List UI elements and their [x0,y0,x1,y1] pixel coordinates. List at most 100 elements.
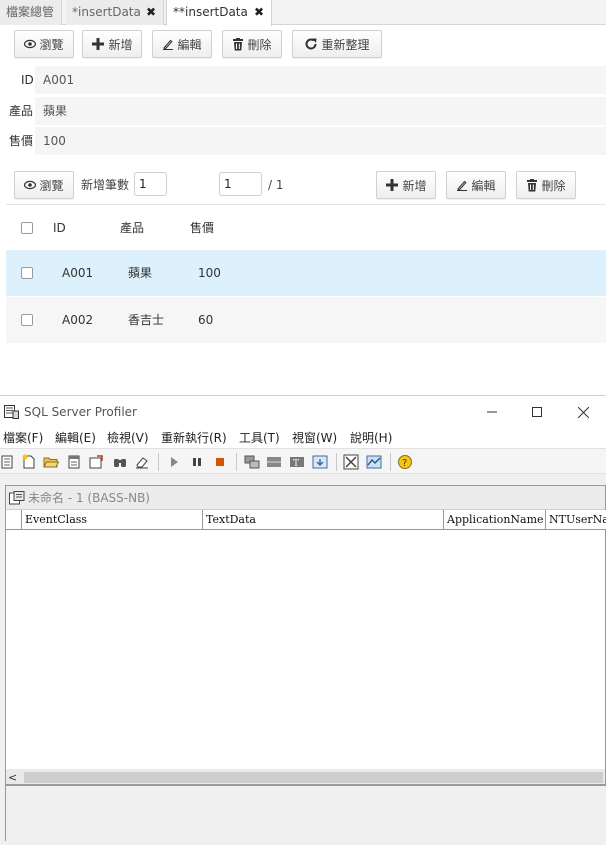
events-selection-icon[interactable] [244,454,260,470]
trash-icon [526,178,538,192]
price-field[interactable]: 100 [35,127,606,155]
menu-bar: 檔案(F) 編輯(E) 檢視(V) 重新執行(R) 工具(T) 視窗(W) 說明… [0,428,606,448]
row-header-corner [6,510,22,530]
grid-header: ID 產品 售價 [6,204,606,250]
menu-window[interactable]: 視窗(W) [292,428,337,448]
stop-icon[interactable] [212,454,228,470]
delete-button[interactable]: 刪除 [222,30,282,58]
tab-file-manager[interactable]: 檔案總管 [0,0,62,25]
close-icon[interactable]: ✖ [146,0,156,25]
maximize-button[interactable] [515,396,559,428]
grid-delete-label: 刪除 [541,178,566,193]
column-header-eventclass[interactable]: EventClass [22,510,203,530]
column-header-textdata[interactable]: TextData [203,510,444,530]
page-number-input[interactable]: 1 [219,172,262,196]
template-icon[interactable] [88,454,104,470]
minimize-button[interactable] [470,396,514,428]
svg-text:T: T [293,459,299,469]
column-header-price[interactable]: 售價 [190,205,214,251]
product-label: 產品 [9,104,34,118]
performance-monitor-icon[interactable] [366,454,382,470]
column-header-id[interactable]: ID [53,205,66,251]
pencil-icon [456,179,468,191]
page-total: / 1 [268,178,284,192]
help-icon[interactable]: ? [397,454,413,470]
plus-icon [91,37,105,51]
add-count-label: 新增筆數 [81,178,130,192]
eraser-icon[interactable] [134,454,150,470]
grid-view-icon[interactable] [266,454,282,470]
form-row-price: 售價 100 [0,127,606,155]
product-field[interactable]: 蘋果 [35,97,606,125]
window-title: SQL Server Profiler [24,405,137,419]
grid-add-button[interactable]: 新增 [376,171,436,199]
grid-browse-button[interactable]: 瀏覽 [14,171,74,199]
delete-label: 刪除 [247,37,272,52]
new-trace-icon[interactable] [21,454,37,470]
open-table-icon[interactable] [66,454,82,470]
tuning-advisor-icon[interactable] [343,454,359,470]
eye-icon [24,180,37,190]
open-folder-icon[interactable] [43,454,60,470]
tab-label: **insertData [173,5,248,19]
table-row[interactable]: A002 香吉士 60 [6,297,606,343]
browse-button[interactable]: 瀏覽 [14,30,74,58]
browse-label: 瀏覽 [39,37,64,52]
id-field[interactable]: A001 [35,66,606,94]
cell-price: 60 [198,313,214,327]
grid-browse-label: 瀏覽 [39,178,64,193]
auto-scroll-icon[interactable] [312,454,328,470]
add-button[interactable]: 新增 [82,30,142,58]
close-icon [577,406,589,418]
cell-product: 香吉士 [128,313,165,327]
refresh-icon [304,37,318,51]
grid-delete-button[interactable]: 刪除 [516,171,576,199]
select-all-checkbox[interactable] [21,222,33,234]
trace-icon [9,491,25,508]
tab-insertdata-2[interactable]: **insertData ✖ [166,0,272,26]
pause-icon[interactable] [189,454,205,470]
pencil-icon [162,38,174,50]
trash-icon [232,37,244,51]
edit-button[interactable]: 編輯 [152,30,212,58]
menu-file[interactable]: 檔案(F) [3,428,43,448]
tab-label: 檔案總管 [6,5,55,19]
price-label: 售價 [9,134,34,148]
web-app: 檔案總管 *insertData ✖ **insertData ✖ 瀏覽 新增 … [0,0,606,394]
row-checkbox[interactable] [21,314,33,326]
edit-label: 編輯 [177,37,202,52]
tab-label: *insertData [72,5,141,19]
minimize-icon [487,411,497,413]
trace-window: 未命名 - 1 (BASS-NB) EventClass TextData Ap… [5,485,606,787]
column-header-ntusername[interactable]: NTUserName [546,510,606,530]
menu-help[interactable]: 說明(H) [350,428,392,448]
eye-icon [24,39,37,49]
close-icon[interactable]: ✖ [254,0,264,25]
grid-edit-button[interactable]: 編輯 [446,171,506,199]
menu-edit[interactable]: 編輯(E) [55,428,96,448]
play-icon[interactable] [166,454,182,470]
close-button[interactable] [561,396,605,428]
menu-replay[interactable]: 重新執行(R) [161,428,227,448]
title-bar[interactable]: SQL Server Profiler [0,396,606,428]
tab-insertdata-1[interactable]: *insertData ✖ [66,0,164,25]
row-checkbox[interactable] [21,267,33,279]
menu-view[interactable]: 檢視(V) [107,428,149,448]
menu-tools[interactable]: 工具(T) [239,428,280,448]
table-row[interactable]: A001 蘋果 100 [6,250,606,296]
trace-window-title-bar[interactable]: 未命名 - 1 (BASS-NB) [6,486,605,510]
details-pane [5,784,606,841]
plus-icon [385,178,399,192]
cell-id: A001 [62,266,94,280]
add-count-input[interactable]: 1 [134,172,167,196]
text-view-icon[interactable]: T [289,454,305,470]
form-row-product: 產品 蘋果 [0,97,606,125]
properties-icon[interactable] [0,454,16,470]
binoculars-icon[interactable] [112,454,128,470]
scrollbar-thumb[interactable] [24,772,603,783]
profiler-app-icon [4,405,19,422]
column-header-applicationname[interactable]: ApplicationName [444,510,546,530]
cell-price: 100 [198,266,221,280]
column-header-product[interactable]: 產品 [120,205,144,251]
refresh-button[interactable]: 重新整理 [292,30,382,58]
